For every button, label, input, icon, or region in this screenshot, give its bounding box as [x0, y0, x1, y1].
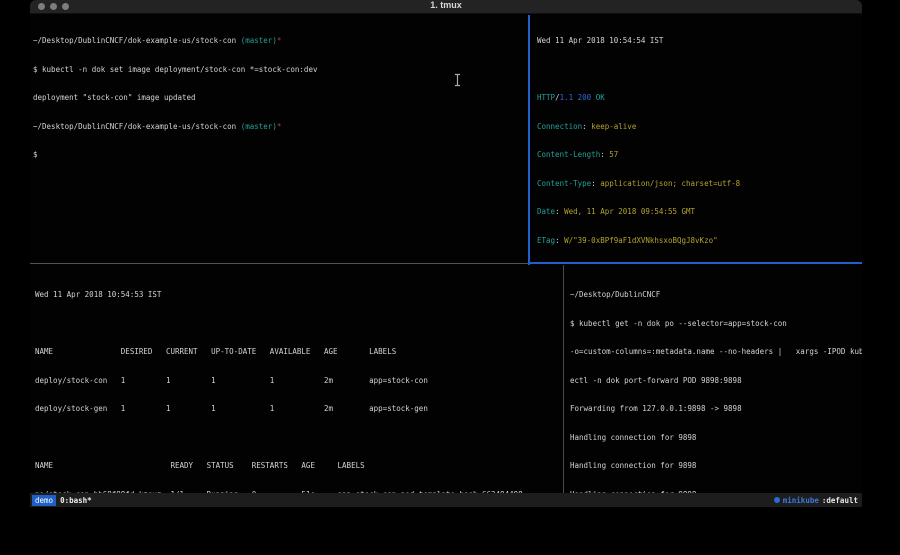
timestamp: Wed 11 Apr 2018 10:54:54 IST: [537, 36, 862, 46]
command-line: ectl -n dok port-forward POD 9898:9898: [570, 376, 862, 386]
table-row: deploy/stock-gen 1 1 1 1 2m app=stock-ge…: [35, 404, 563, 414]
deployments-table-header: NAME DESIRED CURRENT UP-TO-DATE AVAILABL…: [35, 347, 563, 357]
pane-shell-kubectl-set-image[interactable]: ~/Desktop/DublinCNCF/dok-example-us/stoc…: [30, 15, 528, 263]
pods-table-header: NAME READY STATUS RESTARTS AGE LABELS: [35, 461, 563, 471]
git-dirty-flag: *: [277, 36, 282, 45]
pane-kubectl-watch[interactable]: Wed 11 Apr 2018 10:54:53 IST NAME DESIRE…: [30, 265, 563, 493]
command-output: deployment "stock-con" image updated: [33, 93, 528, 103]
mouse-ibeam-cursor: [453, 73, 462, 87]
pane-divider-horizontal[interactable]: [30, 263, 528, 264]
timestamp: Wed 11 Apr 2018 10:54:53 IST: [35, 290, 563, 300]
http-version-code: 1.1 200: [560, 93, 592, 102]
window-titlebar: 1. tmux: [30, 0, 862, 14]
table-row: deploy/stock-con 1 1 1 1 2m app=stock-co…: [35, 376, 563, 386]
pane-http-response[interactable]: Wed 11 Apr 2018 10:54:54 IST HTTP/1.1 20…: [530, 15, 862, 263]
window-tab-bash[interactable]: 0:bash*: [60, 496, 92, 505]
shell-prompt: $: [33, 150, 528, 160]
kube-context-indicator: minikube :default: [774, 496, 860, 505]
pane-divider-vertical[interactable]: [563, 265, 564, 493]
http-protocol: HTTP: [537, 93, 555, 102]
prompt-line: ~/Desktop/DublinCNCF/dok-example-us/stoc…: [33, 122, 528, 132]
command-output: Forwarding from 127.0.0.1:9898 -> 9898: [570, 404, 862, 414]
command-line: -o=custom-columns=:metadata.name --no-he…: [570, 347, 862, 357]
cwd-path: ~/Desktop/DublinCNCF/dok-example-us/stoc…: [33, 122, 241, 131]
kubernetes-helm-icon: [774, 497, 780, 503]
window-title: 1. tmux: [30, 0, 862, 14]
http-header-line: ETag: W/"39-0xBPf9aF1dXVNkhsxoBQgJ8vKzo": [537, 236, 862, 246]
tmux-status-bar: demo 0:bash* minikube :default: [30, 493, 862, 507]
http-header-line: Connection: keep-alive: [537, 122, 862, 132]
http-header-line: Content-Type: application/json; charset=…: [537, 179, 862, 189]
http-reason: OK: [596, 93, 605, 102]
cwd-path: ~/Desktop/DublinCNCF: [570, 290, 862, 300]
kube-namespace: :default: [822, 496, 858, 505]
command-output: Handling connection for 9898: [570, 433, 862, 443]
session-name-badge: demo: [32, 495, 56, 506]
kube-context-name: minikube: [783, 496, 819, 505]
pane-port-forward[interactable]: ~/Desktop/DublinCNCF $ kubectl get -n do…: [565, 265, 862, 493]
http-status-line: HTTP/1.1 200OK: [537, 93, 862, 103]
command-line: $ kubectl get -n dok po --selector=app=s…: [570, 319, 862, 329]
pane-divider-horizontal-active[interactable]: [528, 262, 862, 264]
git-branch: (master): [241, 122, 277, 131]
command-output: Handling connection for 9898: [570, 461, 862, 471]
git-branch: (master): [241, 36, 277, 45]
http-header-line: Date: Wed, 11 Apr 2018 09:54:55 GMT: [537, 207, 862, 217]
tmux-panes-area: ~/Desktop/DublinCNCF/dok-example-us/stoc…: [30, 15, 862, 493]
terminal-window: 1. tmux ~/Desktop/DublinCNCF/dok-example…: [30, 0, 862, 507]
http-header-line: Content-Length: 57: [537, 150, 862, 160]
git-dirty-flag: *: [277, 122, 282, 131]
cwd-path: ~/Desktop/DublinCNCF/dok-example-us/stoc…: [33, 36, 241, 45]
prompt-line: ~/Desktop/DublinCNCF/dok-example-us/stoc…: [33, 36, 528, 46]
